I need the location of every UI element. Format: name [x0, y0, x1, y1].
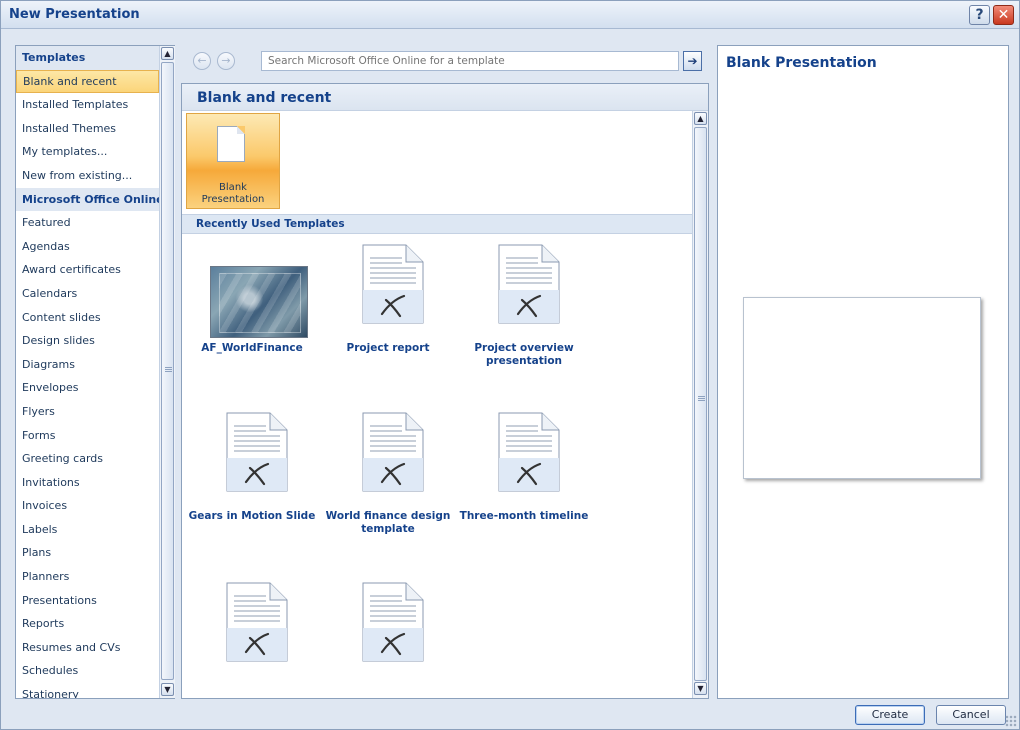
template-item[interactable]: AF_WorldFinance — [192, 236, 312, 386]
grip-icon — [165, 367, 172, 372]
go-arrow-icon: ➔ — [687, 54, 698, 68]
category-item-my-templates[interactable]: My templates... — [16, 140, 159, 164]
blank-presentation-label: Blank Presentation — [201, 182, 265, 205]
template-thumbnail — [210, 266, 308, 338]
recent-section-header: Recently Used Templates — [182, 214, 692, 234]
document-icon — [362, 244, 424, 324]
category-item-agendas[interactable]: Agendas — [16, 235, 159, 259]
template-label: Project overview presentation — [474, 342, 574, 367]
category-item-invoices[interactable]: Invoices — [16, 494, 159, 518]
back-button[interactable]: ← — [193, 52, 211, 70]
document-icon — [226, 582, 288, 662]
help-icon: ? — [975, 7, 984, 23]
template-label: Three-month timeline — [459, 510, 589, 522]
category-item-envelopes[interactable]: Envelopes — [16, 376, 159, 400]
category-item-blank-and-recent[interactable]: Blank and recent — [16, 69, 159, 94]
document-icon — [226, 412, 288, 492]
category-header-templates: Templates — [16, 46, 159, 70]
category-item-labels[interactable]: Labels — [16, 518, 159, 542]
scroll-thumb[interactable] — [694, 127, 707, 681]
scroll-thumb[interactable] — [161, 62, 174, 680]
category-list: Templates Blank and recent Installed Templ… — [16, 46, 159, 698]
search-go-button[interactable]: ➔ — [683, 51, 702, 71]
new-presentation-dialog: New Presentation ? ✕ Templates Blank and … — [0, 0, 1020, 730]
document-icon — [362, 412, 424, 492]
scroll-up-icon[interactable]: ▲ — [161, 47, 174, 60]
category-pane: Templates Blank and recent Installed Templ… — [15, 45, 175, 699]
template-item[interactable] — [192, 574, 312, 724]
search-bar: ← → ➔ — [183, 47, 703, 75]
create-button[interactable]: Create — [855, 705, 925, 725]
category-item-calendars[interactable]: Calendars — [16, 282, 159, 306]
document-icon — [362, 582, 424, 662]
blank-presentation-tile[interactable]: Blank Presentation — [186, 113, 280, 209]
back-arrow-icon: ← — [197, 54, 207, 67]
template-label: AF_WorldFinance — [201, 342, 303, 354]
category-item-schedules[interactable]: Schedules — [16, 659, 159, 683]
scroll-down-icon[interactable]: ▼ — [694, 682, 707, 695]
title-bar[interactable]: New Presentation ? ✕ — [1, 1, 1019, 29]
scroll-up-icon[interactable]: ▲ — [694, 112, 707, 125]
template-item[interactable]: Project report — [328, 236, 448, 386]
category-item-installed-themes[interactable]: Installed Themes — [16, 117, 159, 141]
preview-pane: Blank Presentation — [717, 45, 1009, 699]
template-pane-header: Blank and recent — [182, 84, 708, 111]
preview-title: Blank Presentation — [726, 55, 877, 71]
category-item-content-slides[interactable]: Content slides — [16, 306, 159, 330]
slide-preview — [743, 297, 981, 479]
template-scrollbar[interactable]: ▲ ▼ — [692, 111, 708, 698]
category-item-design-slides[interactable]: Design slides — [16, 329, 159, 353]
category-item-plans[interactable]: Plans — [16, 541, 159, 565]
category-item-planners[interactable]: Planners — [16, 565, 159, 589]
category-item-diagrams[interactable]: Diagrams — [16, 353, 159, 377]
template-item[interactable]: World finance design template — [326, 404, 450, 554]
category-item-new-from-existing[interactable]: New from existing... — [16, 164, 159, 188]
category-scrollbar[interactable]: ▲ ▼ — [159, 46, 175, 698]
document-icon — [498, 412, 560, 492]
category-item-presentations[interactable]: Presentations — [16, 589, 159, 613]
category-item-resumes-and-cvs[interactable]: Resumes and CVs — [16, 636, 159, 660]
forward-button[interactable]: → — [217, 52, 235, 70]
document-icon — [498, 244, 560, 324]
category-header-microsoft-office-online: Microsoft Office Online — [16, 187, 159, 212]
category-item-stationery[interactable]: Stationery — [16, 683, 159, 698]
template-item[interactable] — [328, 574, 448, 724]
template-item[interactable]: Project overview presentation — [464, 236, 584, 386]
help-button[interactable]: ? — [969, 5, 990, 25]
close-icon: ✕ — [997, 7, 1010, 23]
template-pane: Blank and recent Blank Presentation Rece… — [181, 83, 709, 699]
template-item[interactable]: Three-month timeline — [460, 404, 588, 554]
category-item-flyers[interactable]: Flyers — [16, 400, 159, 424]
category-item-forms[interactable]: Forms — [16, 424, 159, 448]
category-item-reports[interactable]: Reports — [16, 612, 159, 636]
close-button[interactable]: ✕ — [993, 5, 1014, 25]
scroll-down-icon[interactable]: ▼ — [161, 683, 174, 696]
search-input[interactable] — [261, 51, 679, 71]
template-pane-title: Blank and recent — [197, 90, 332, 106]
resize-grip-icon[interactable] — [1005, 715, 1017, 727]
template-item[interactable]: Gears in Motion Slide — [189, 404, 315, 554]
category-item-featured[interactable]: Featured — [16, 211, 159, 235]
template-label: Project report — [346, 342, 430, 354]
blank-document-icon — [217, 126, 245, 162]
category-item-greeting-cards[interactable]: Greeting cards — [16, 447, 159, 471]
template-label: World finance design template — [325, 510, 451, 535]
cancel-button[interactable]: Cancel — [936, 705, 1006, 725]
grip-icon — [698, 396, 705, 401]
forward-arrow-icon: → — [221, 54, 231, 67]
category-item-invitations[interactable]: Invitations — [16, 471, 159, 495]
category-item-award-certificates[interactable]: Award certificates — [16, 258, 159, 282]
window-title: New Presentation — [9, 7, 140, 22]
category-item-installed-templates[interactable]: Installed Templates — [16, 93, 159, 117]
template-label: Gears in Motion Slide — [188, 510, 316, 522]
